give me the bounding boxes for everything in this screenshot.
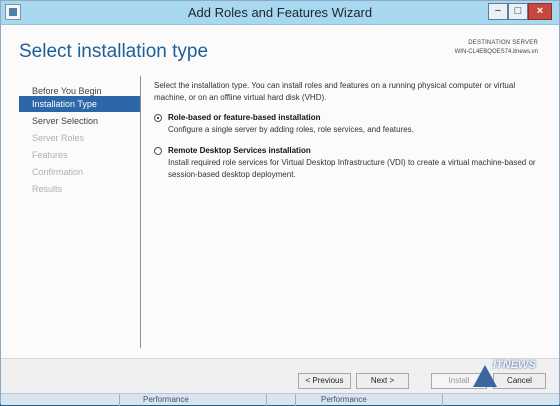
wizard-header: Select installation type DESTINATION SER…: [1, 26, 559, 76]
performance-label-left: Performance: [143, 395, 189, 404]
sidebar-item-confirmation: Confirmation: [32, 167, 84, 177]
performance-panel-left: [119, 394, 267, 406]
performance-panel-right: [295, 394, 443, 406]
role-based-option[interactable]: Role-based or feature-based installation…: [154, 112, 546, 142]
wizard-window: Add Roles and Features Wizard − □ × Sele…: [0, 0, 560, 406]
sidebar-item-installation-type[interactable]: Installation Type: [19, 96, 140, 112]
next-button[interactable]: Next >: [356, 373, 409, 389]
title-bar[interactable]: Add Roles and Features Wizard − □ ×: [1, 1, 559, 25]
remote-desktop-radio[interactable]: [154, 147, 162, 155]
sidebar-item-server-selection[interactable]: Server Selection: [19, 113, 140, 129]
sidebar-item-results: Results: [32, 184, 63, 194]
sidebar-item-features: Features: [32, 150, 68, 160]
page-title: Select installation type: [19, 41, 209, 62]
role-based-radio[interactable]: [154, 114, 162, 122]
maximize-button[interactable]: □: [508, 3, 528, 20]
background-performance-strip: Performance Performance: [1, 393, 559, 406]
destination-server-name: WIN-CL4EBQOES74.itnews.vn: [454, 49, 538, 55]
remote-desktop-label: Remote Desktop Services installation: [168, 146, 311, 155]
wizard-navigation: Before You Begin Installation Type Serve…: [1, 76, 141, 348]
remote-desktop-option[interactable]: Remote Desktop Services installation Ins…: [154, 145, 546, 187]
install-button: Install: [431, 373, 487, 389]
sidebar-item-server-roles: Server Roles: [32, 133, 85, 143]
installation-type-intro: Select the installation type. You can in…: [154, 81, 516, 102]
role-based-label: Role-based or feature-based installation: [168, 113, 321, 122]
minimize-button[interactable]: −: [488, 3, 508, 20]
previous-button[interactable]: < Previous: [298, 373, 351, 389]
installation-type-content: Select the installation type. You can in…: [154, 76, 549, 316]
window-title: Add Roles and Features Wizard: [187, 5, 373, 20]
destination-server-label: DESTINATION SERVER: [468, 40, 538, 46]
close-button[interactable]: ×: [528, 3, 552, 20]
performance-label-right: Performance: [321, 395, 367, 404]
remote-desktop-description: Install required role services for Virtu…: [168, 158, 536, 179]
role-based-description: Configure a single server by adding role…: [168, 125, 414, 134]
cancel-button[interactable]: Cancel: [493, 373, 546, 389]
wizard-footer: < Previous Next > Install Cancel: [1, 358, 559, 393]
